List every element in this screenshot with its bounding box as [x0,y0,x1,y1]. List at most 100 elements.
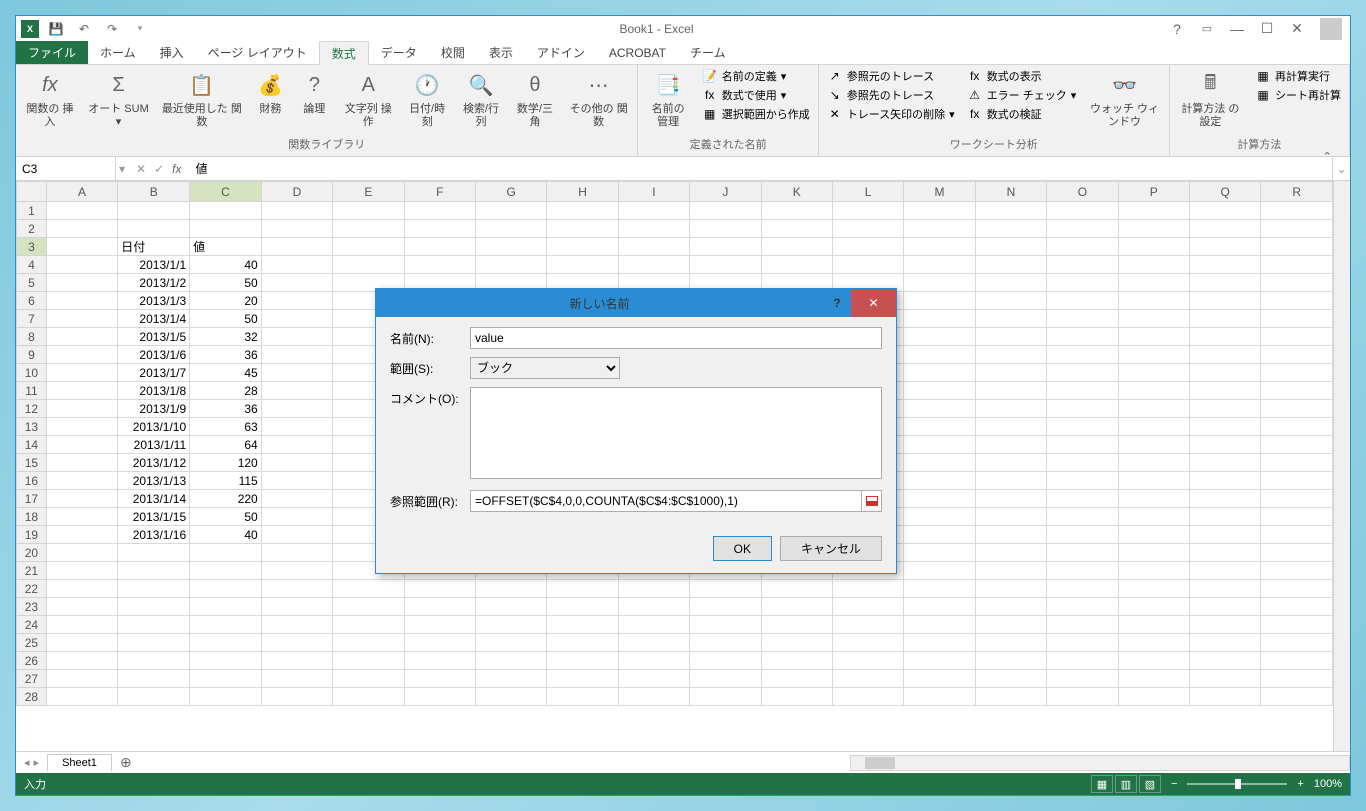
column-header[interactable]: I [618,182,689,202]
cell[interactable] [1118,400,1189,418]
cell[interactable] [1118,238,1189,256]
datetime-button[interactable]: 🕐日付/時刻 [402,67,452,131]
cell[interactable]: 2013/1/10 [118,418,190,436]
cell[interactable]: 40 [190,256,262,274]
cell[interactable] [46,490,117,508]
cell[interactable] [1118,328,1189,346]
cell[interactable] [690,202,761,220]
cell[interactable] [904,328,975,346]
cell[interactable] [1047,274,1118,292]
cell[interactable] [1261,238,1333,256]
cell[interactable] [904,508,975,526]
name-manager-button[interactable]: 📑名前の 管理 [642,67,693,131]
row-header[interactable]: 1 [17,202,47,220]
cell[interactable] [261,562,332,580]
cell[interactable]: 32 [190,328,262,346]
cell[interactable] [261,616,332,634]
cell[interactable] [333,202,404,220]
cell[interactable] [46,688,117,706]
column-header[interactable]: A [46,182,117,202]
calc-options-button[interactable]: 🖩計算方法 の設定 [1174,67,1247,131]
cell[interactable] [690,238,761,256]
cell[interactable] [904,544,975,562]
cell[interactable] [118,220,190,238]
cell[interactable] [904,220,975,238]
cell[interactable] [1118,670,1189,688]
cell[interactable] [1261,364,1333,382]
cell[interactable] [46,364,117,382]
help-icon[interactable]: ? [1162,18,1192,40]
cell[interactable] [1118,544,1189,562]
cell[interactable] [333,238,404,256]
row-header[interactable]: 14 [17,436,47,454]
cell[interactable] [1190,220,1261,238]
cell[interactable] [46,652,117,670]
column-header[interactable]: R [1261,182,1333,202]
cell[interactable] [404,598,475,616]
cell[interactable] [1118,310,1189,328]
column-header[interactable]: L [832,182,903,202]
cell[interactable] [904,688,975,706]
row-header[interactable]: 2 [17,220,47,238]
cell[interactable] [1261,436,1333,454]
tab-page-layout[interactable]: ページ レイアウト [196,41,319,64]
cell[interactable] [904,400,975,418]
cell[interactable]: 2013/1/13 [118,472,190,490]
evaluate-formula-button[interactable]: fx数式の検証 [963,105,1081,123]
sheet-nav-first-icon[interactable]: ◂ [24,756,30,769]
cell[interactable] [618,580,689,598]
cell[interactable] [46,346,117,364]
cell[interactable] [1047,400,1118,418]
cell[interactable] [690,688,761,706]
cell[interactable]: 40 [190,526,262,544]
cell[interactable] [975,202,1046,220]
cell[interactable] [1261,220,1333,238]
cell[interactable]: 2013/1/12 [118,454,190,472]
row-header[interactable]: 5 [17,274,47,292]
cell[interactable] [1047,310,1118,328]
cell[interactable] [832,652,903,670]
cell[interactable] [1190,202,1261,220]
cell[interactable] [118,670,190,688]
cell[interactable] [1190,634,1261,652]
cell[interactable]: 64 [190,436,262,454]
tab-view[interactable]: 表示 [477,41,525,64]
cell[interactable] [1047,616,1118,634]
page-layout-view-icon[interactable]: ▥ [1115,775,1137,793]
cell[interactable]: 220 [190,490,262,508]
cell[interactable] [261,382,332,400]
cell[interactable] [1118,274,1189,292]
cell[interactable] [475,202,546,220]
cell[interactable] [261,544,332,562]
remove-arrows-button[interactable]: ✕トレース矢印の削除 ▾ [823,105,959,123]
recent-functions-button[interactable]: 📋最近使用した 関数 [157,67,246,131]
logical-button[interactable]: ?論理 [294,67,334,118]
cell[interactable] [46,472,117,490]
cell[interactable] [190,652,262,670]
cell[interactable] [46,382,117,400]
cell[interactable] [1190,652,1261,670]
sheet-tab-sheet1[interactable]: Sheet1 [47,754,112,771]
column-header[interactable]: D [261,182,332,202]
cell[interactable] [975,292,1046,310]
name-box[interactable]: C3 [16,157,116,180]
enter-formula-icon[interactable]: ✓ [154,162,164,176]
name-input[interactable] [470,327,882,349]
cell[interactable] [261,364,332,382]
cell[interactable] [261,508,332,526]
cell[interactable] [190,634,262,652]
cell[interactable] [904,202,975,220]
cell[interactable] [261,472,332,490]
row-header[interactable]: 8 [17,328,47,346]
cell[interactable] [261,652,332,670]
cell[interactable] [46,634,117,652]
cell[interactable] [1261,670,1333,688]
cell[interactable] [1118,364,1189,382]
column-header[interactable]: C [190,182,262,202]
cell[interactable] [404,652,475,670]
column-header[interactable]: P [1118,182,1189,202]
show-formulas-button[interactable]: fx数式の表示 [963,67,1081,85]
cell[interactable] [547,598,618,616]
cell[interactable] [261,256,332,274]
cell[interactable] [1261,544,1333,562]
